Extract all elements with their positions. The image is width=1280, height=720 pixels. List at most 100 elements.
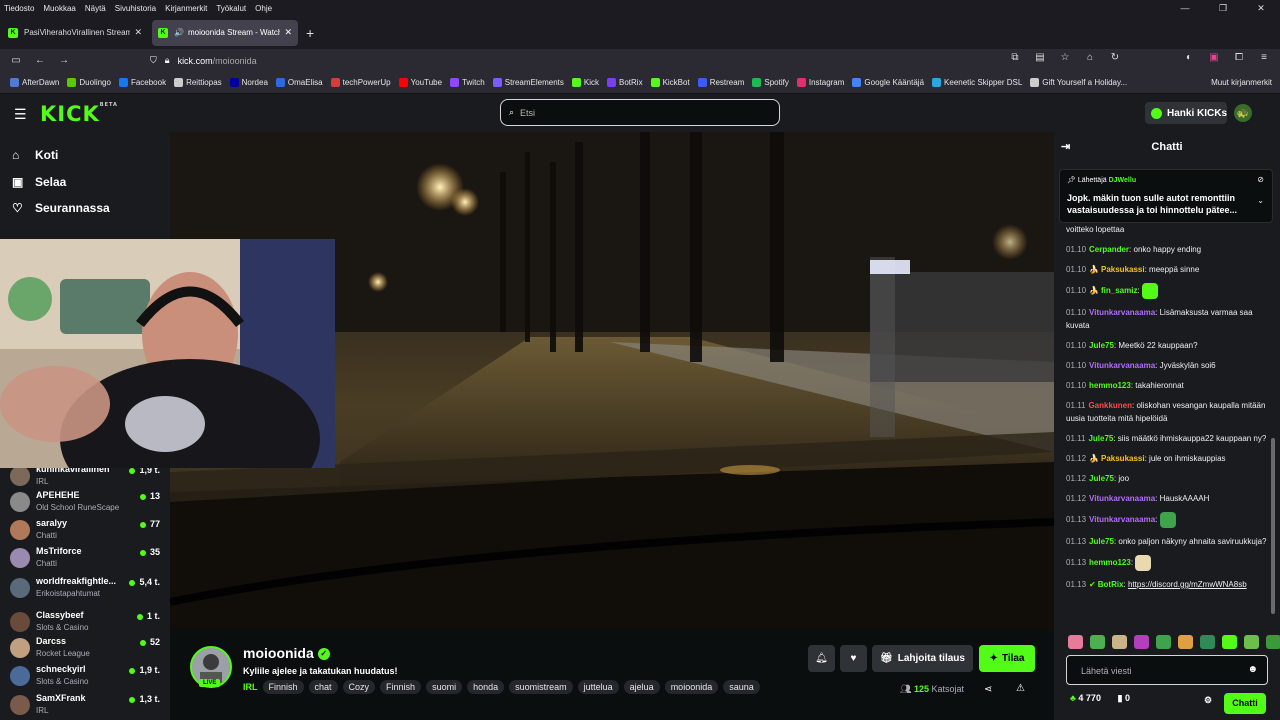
- bookmark-item[interactable]: YouTube: [398, 78, 442, 87]
- lock-icon[interactable]: 🔒︎: [165, 55, 170, 66]
- other-bookmarks[interactable]: Muut kirjanmerkit: [1211, 78, 1272, 87]
- menu-item[interactable]: Kirjanmerkit: [165, 4, 207, 13]
- shield-icon[interactable]: ⛉: [150, 55, 157, 66]
- bookmark-item[interactable]: Spotify: [752, 78, 789, 87]
- sidebar-item-home[interactable]: ⌂ Koti: [12, 148, 58, 162]
- stream-tag[interactable]: Finnish: [380, 680, 422, 694]
- report-icon[interactable]: ⚠: [1016, 683, 1025, 694]
- message-username[interactable]: Jule75: [1089, 341, 1114, 350]
- menu-item[interactable]: Ohje: [255, 4, 272, 13]
- stream-tag[interactable]: Finnish: [262, 680, 304, 694]
- message-username[interactable]: Gankkunen: [1088, 401, 1132, 410]
- menu-item[interactable]: Näytä: [85, 4, 106, 13]
- stream-tag[interactable]: chat: [308, 680, 338, 694]
- collapse-chat-icon[interactable]: ⇥: [1061, 132, 1070, 162]
- stream-tag[interactable]: Cozy: [342, 680, 376, 694]
- send-chat-button[interactable]: Chatti: [1224, 693, 1266, 714]
- bookmark-item[interactable]: OmaElisa: [275, 78, 323, 87]
- stream-tag[interactable]: moioonida: [664, 680, 719, 694]
- message-username[interactable]: Vitunkarvanaama: [1089, 515, 1155, 524]
- emote-icon[interactable]: [1112, 635, 1127, 649]
- subscribe-button[interactable]: ✦ Tilaa: [979, 645, 1035, 672]
- bookmark-item[interactable]: KickBot: [650, 78, 690, 87]
- back-icon[interactable]: ←: [28, 55, 52, 66]
- message-text[interactable]: https://discord.gg/mZmwWNA8sb: [1128, 580, 1247, 589]
- bookmark-item[interactable]: StreamElements: [492, 78, 564, 87]
- bookmark-item[interactable]: techPowerUp: [330, 78, 391, 87]
- followed-channel[interactable]: Darcss Rocket League 52: [10, 635, 160, 663]
- stream-tag[interactable]: juttelua: [577, 680, 619, 694]
- message-username[interactable]: Jule75: [1089, 474, 1114, 483]
- chat-input[interactable]: Lähetä viesti ☻: [1066, 655, 1268, 685]
- avatar[interactable]: 🐢: [1234, 104, 1252, 122]
- bookmark-item[interactable]: BotRix: [607, 78, 643, 87]
- message-username[interactable]: Paksukassi: [1101, 454, 1145, 463]
- category-link[interactable]: IRL: [243, 682, 258, 692]
- menu-item[interactable]: Sivuhistoria: [115, 4, 156, 13]
- chevron-down-icon[interactable]: ⌄: [1257, 196, 1264, 205]
- emote-icon[interactable]: [1134, 635, 1149, 649]
- account-icon[interactable]: ◐: [1181, 52, 1197, 63]
- browser-tab[interactable]: K PasiViherahoVirallinen Stream ✕: [2, 20, 148, 46]
- audio-icon[interactable]: 🔊: [174, 28, 184, 37]
- bookmark-item[interactable]: Restream: [697, 78, 744, 87]
- followed-channel[interactable]: MsTriforce Chatti 35: [10, 545, 160, 573]
- message-username[interactable]: Vitunkarvanaama: [1089, 308, 1155, 317]
- message-username[interactable]: hemmo123: [1089, 558, 1131, 567]
- settings-icon[interactable]: ⚙: [1204, 695, 1212, 706]
- bookmark-item[interactable]: Twitch: [450, 78, 485, 87]
- close-window-icon[interactable]: ✕: [1242, 0, 1280, 16]
- message-username[interactable]: Vitunkarvanaama: [1089, 361, 1155, 370]
- sidebar-item-following[interactable]: ♡ Seurannassa: [12, 201, 110, 215]
- search-input[interactable]: ⌕ Etsi: [500, 99, 780, 126]
- stream-tag[interactable]: sauna: [723, 680, 760, 694]
- reader-icon[interactable]: ▤: [1032, 52, 1048, 63]
- message-username[interactable]: fin_samiz: [1101, 286, 1137, 295]
- emote-icon[interactable]: [1200, 635, 1215, 649]
- followed-channel[interactable]: saralyy Chatti 77: [10, 517, 160, 545]
- emote-icon[interactable]: [1090, 635, 1105, 649]
- get-kicks-button[interactable]: Hanki KICKs: [1145, 102, 1227, 124]
- menu-item[interactable]: Työkalut: [216, 4, 246, 13]
- emote-icon[interactable]: [1068, 635, 1083, 649]
- extension-badge-icon[interactable]: ▣: [1206, 52, 1222, 63]
- sidebar-toggle-icon[interactable]: ▭: [4, 55, 28, 66]
- app-menu-icon[interactable]: ≡: [1256, 52, 1272, 63]
- share-icon[interactable]: ⋖: [984, 684, 992, 695]
- message-username[interactable]: Jule75: [1088, 434, 1113, 443]
- sidebar-item-browse[interactable]: ▣ Selaa: [12, 175, 66, 189]
- emote-icon[interactable]: [1266, 635, 1280, 649]
- extensions-icon[interactable]: ⧠: [1231, 52, 1247, 63]
- followed-channel[interactable]: SamXFrank IRL 1,3 t.: [10, 692, 160, 720]
- bookmark-item[interactable]: Facebook: [118, 78, 166, 87]
- followed-channel[interactable]: schneckyirl Slots & Casino 1,9 t.: [10, 663, 160, 691]
- close-tab-icon[interactable]: ✕: [134, 27, 142, 38]
- followed-channel[interactable]: worldfreakfightle... Erikoistapahtumat 5,4…: [10, 575, 160, 603]
- bookmark-item[interactable]: Duolingo: [67, 78, 111, 87]
- message-username[interactable]: Vitunkarvanaama: [1089, 494, 1155, 503]
- close-tab-icon[interactable]: ✕: [284, 27, 292, 38]
- bookmark-item[interactable]: Kick: [571, 78, 599, 87]
- gift-subscription-button[interactable]: 🎁︎ Lahjoita tilaus: [872, 645, 973, 672]
- stream-tag[interactable]: suomi: [426, 680, 463, 694]
- stream-tag[interactable]: honda: [467, 680, 505, 694]
- home-icon[interactable]: ⌂: [1082, 52, 1098, 63]
- bookmark-item[interactable]: AfterDawn: [10, 78, 59, 87]
- followed-channel[interactable]: APEHEHE Old School RuneScape 13: [10, 489, 160, 517]
- stream-tag[interactable]: ajelua: [623, 680, 660, 694]
- bookmark-item[interactable]: Reittiopas: [174, 78, 222, 87]
- browser-tab-active[interactable]: K 🔊 moioonida Stream - Watch ✕: [152, 19, 298, 46]
- favorite-button[interactable]: ♥: [840, 645, 867, 672]
- bookmark-item[interactable]: Keenetic Skipper DSL: [932, 78, 1022, 87]
- bookmark-item[interactable]: Instagram: [796, 78, 844, 87]
- message-username[interactable]: Paksukassi: [1101, 265, 1145, 274]
- bookmark-item[interactable]: Nordea: [229, 78, 268, 87]
- emote-icon[interactable]: [1222, 635, 1237, 649]
- chat-scrollbar[interactable]: [1271, 438, 1275, 614]
- forward-icon[interactable]: →: [52, 55, 76, 66]
- followed-channel[interactable]: Classybeef Slots & Casino 1 t.: [10, 609, 160, 637]
- message-username[interactable]: hemmo123: [1089, 381, 1131, 390]
- new-tab-icon[interactable]: +: [306, 25, 314, 41]
- menu-item[interactable]: Tiedosto: [4, 4, 34, 13]
- picture-in-picture-icon[interactable]: ⧉: [1007, 52, 1023, 63]
